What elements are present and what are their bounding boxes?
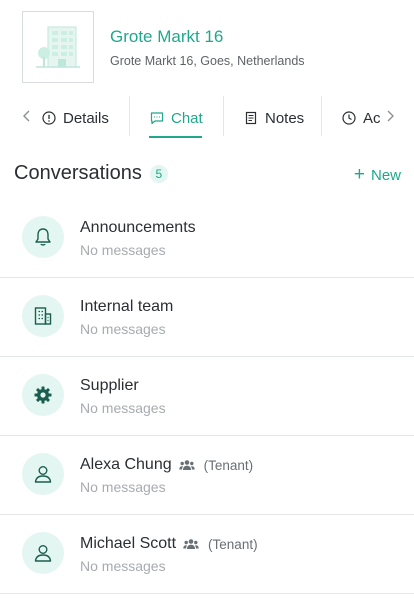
conversation-subtitle: No messages	[80, 479, 166, 495]
chat-bubble-icon	[150, 111, 164, 125]
property-address: Grote Markt 16, Goes, Netherlands	[110, 54, 305, 68]
conversation-subtitle: No messages	[80, 400, 166, 416]
group-icon	[183, 538, 199, 550]
tab-chat[interactable]: Chat	[150, 96, 203, 140]
property-thumbnail[interactable]	[22, 11, 94, 83]
conversation-role: (Tenant)	[203, 457, 254, 473]
conversation-name: Supplier	[80, 377, 139, 394]
new-conversation-label: New	[370, 167, 401, 184]
property-title[interactable]: Grote Markt 16	[110, 27, 223, 47]
conversation-subtitle: No messages	[80, 558, 166, 574]
tab-notes-label: Notes	[265, 109, 305, 127]
group-icon	[178, 459, 195, 471]
conversation-avatar	[22, 374, 64, 416]
conversation-item-supplier[interactable]: Supplier No messages	[0, 357, 414, 436]
tab-activity[interactable]: Ac	[342, 96, 381, 140]
conversation-item-alexa-chung[interactable]: Alexa Chung (Tenant) No messages	[0, 436, 414, 515]
conversations-header: Conversations 5	[14, 162, 168, 185]
plus-icon: +	[353, 164, 365, 185]
tab-notes[interactable]: Notes	[244, 96, 304, 140]
user-icon	[34, 545, 52, 562]
gear-icon	[34, 386, 52, 404]
conversation-name: Internal team	[80, 298, 174, 315]
tab-divider	[129, 96, 130, 136]
bell-icon	[35, 228, 51, 246]
conversation-avatar	[22, 216, 64, 258]
tab-divider	[223, 96, 224, 136]
conversation-subtitle: No messages	[80, 321, 166, 337]
building-placeholder-icon	[36, 26, 80, 68]
info-circle-icon	[42, 111, 56, 125]
clock-icon	[342, 111, 356, 125]
tab-details[interactable]: Details	[42, 96, 109, 140]
new-conversation-button[interactable]: + New	[353, 164, 401, 185]
tab-activity-label: Ac	[363, 109, 381, 127]
conversation-item-announcements[interactable]: Announcements No messages	[0, 199, 414, 278]
conversation-item-internal-team[interactable]: Internal team No messages	[0, 278, 414, 357]
tab-bar: Details Chat Notes Ac	[0, 96, 414, 140]
conversation-name: Alexa Chung (Tenant)	[80, 456, 254, 473]
conversation-name: Michael Scott (Tenant)	[80, 535, 258, 552]
notes-icon	[244, 111, 258, 125]
conversation-item-michael-scott[interactable]: Michael Scott (Tenant) No messages	[0, 515, 414, 594]
conversation-subtitle: No messages	[80, 242, 166, 258]
conversation-list: Announcements No messages Internal team …	[0, 199, 414, 594]
conversations-count-badge: 5	[149, 164, 168, 183]
tab-scroll-right-icon[interactable]	[380, 104, 400, 128]
tab-divider	[321, 96, 322, 136]
conversation-name: Announcements	[80, 219, 196, 236]
property-header: Grote Markt 16 Grote Markt 16, Goes, Net…	[0, 0, 414, 96]
conversation-avatar	[22, 532, 64, 574]
tab-scroll-left-icon[interactable]	[17, 104, 37, 128]
conversations-title: Conversations	[14, 162, 142, 184]
conversation-avatar	[22, 453, 64, 495]
conversation-avatar	[22, 295, 64, 337]
conversation-role: (Tenant)	[208, 536, 258, 552]
user-icon	[34, 466, 52, 483]
tab-chat-label: Chat	[171, 109, 203, 127]
building-icon	[34, 307, 52, 325]
tab-details-label: Details	[63, 109, 109, 127]
active-tab-indicator	[149, 136, 202, 138]
